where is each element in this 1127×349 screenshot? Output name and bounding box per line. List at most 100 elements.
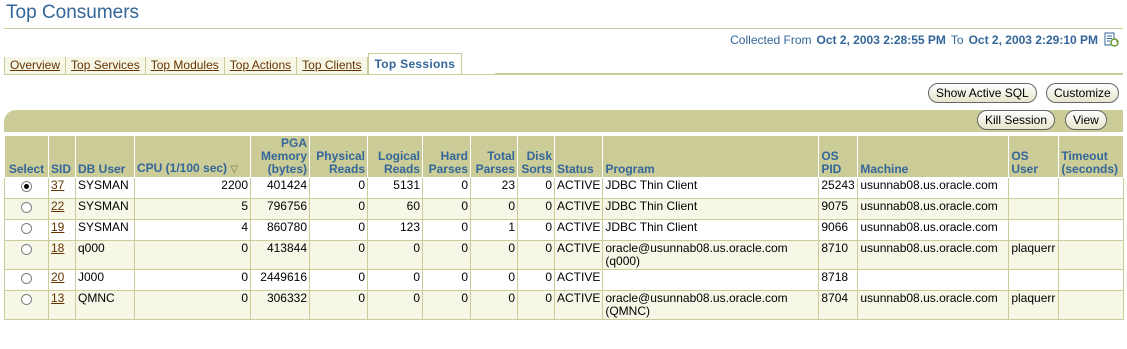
osuser-header-line1: OS <box>1011 149 1029 163</box>
cpu-cell: 0 <box>134 290 251 320</box>
tab-top-clients[interactable]: Top Clients <box>297 57 368 74</box>
select-cell <box>4 219 49 241</box>
hard-parses-cell: 0 <box>422 177 471 199</box>
hard-header-line2: Parses <box>428 162 468 176</box>
col-total-parses-header[interactable]: Total Parses <box>470 135 518 178</box>
select-cell <box>4 198 49 220</box>
table-row: 13 QMNC 0 306332 0 0 0 0 0 ACTIVE oracle@usunnab08… <box>4 290 1125 320</box>
tab-top-services[interactable]: Top Services <box>66 57 146 74</box>
table-row: 20 J000 0 2449616 0 0 0 0 0 ACTIVE 8718 <box>4 269 1125 291</box>
disk-sorts-cell: 0 <box>517 177 555 199</box>
col-hard-parses-header[interactable]: Hard Parses <box>422 135 471 178</box>
os-user-cell: plaquerr <box>1008 290 1060 320</box>
sid-link[interactable]: 19 <box>51 220 64 234</box>
disk-sorts-cell: 0 <box>517 269 555 291</box>
program-cell <box>602 269 820 291</box>
timeout-cell <box>1058 269 1125 291</box>
timeout-header-line1: Timeout <box>1061 149 1108 163</box>
row-select-radio[interactable] <box>21 223 32 234</box>
hard-parses-cell: 0 <box>422 290 471 320</box>
physical-reads-cell: 0 <box>309 219 368 241</box>
tab-top-modules[interactable]: Top Modules <box>145 57 225 74</box>
show-active-sql-button[interactable]: Show Active SQL <box>928 83 1037 103</box>
cpu-cell: 4 <box>134 219 251 241</box>
osuser-header-line2: User <box>1011 162 1039 176</box>
os-pid-cell: 25243 <box>818 177 859 199</box>
col-disk-sorts-header[interactable]: Disk Sorts <box>517 135 555 178</box>
col-program-header[interactable]: Program <box>602 135 820 178</box>
db-user-cell: SYSMAN <box>75 198 135 220</box>
logical-reads-cell: 123 <box>367 219 423 241</box>
col-cpu-header[interactable]: CPU (1/100 sec) ▽ <box>134 135 251 178</box>
disk-header-line1: Disk <box>526 149 552 163</box>
col-machine-header[interactable]: Machine <box>857 135 1010 178</box>
row-select-radio[interactable] <box>21 181 32 192</box>
sid-link[interactable]: 13 <box>51 291 64 305</box>
tab-overview[interactable]: Overview <box>4 57 67 74</box>
col-logical-reads-header[interactable]: Logical Reads <box>367 135 423 178</box>
os-pid-cell: 9066 <box>818 219 859 241</box>
customize-button[interactable]: Customize <box>1046 83 1119 103</box>
col-physical-reads-header[interactable]: Physical Reads <box>309 135 368 178</box>
total-parses-cell: 23 <box>470 177 518 199</box>
col-sid-header[interactable]: SID <box>48 135 76 178</box>
cpu-cell: 0 <box>134 269 251 291</box>
disk-sorts-cell: 0 <box>517 290 555 320</box>
row-select-radio[interactable] <box>21 273 32 284</box>
machine-cell: usunnab08.us.oracle.com <box>857 177 1010 199</box>
hard-parses-cell: 0 <box>422 269 471 291</box>
refresh-icon[interactable] <box>1104 32 1119 47</box>
pga-memory-cell: 860780 <box>250 219 310 241</box>
os-pid-cell: 8704 <box>818 290 859 320</box>
col-os-pid-header[interactable]: OS PID <box>818 135 859 178</box>
col-os-user-header[interactable]: OS User <box>1008 135 1060 178</box>
tab-top-sessions[interactable]: Top Sessions <box>367 53 463 74</box>
pga-header-line2: Memory <box>260 149 307 163</box>
col-db-user-header[interactable]: DB User <box>75 135 135 178</box>
sid-cell: 37 <box>48 177 76 199</box>
logical-reads-cell: 60 <box>367 198 423 220</box>
physical-reads-cell: 0 <box>309 290 368 320</box>
col-status-header[interactable]: Status <box>553 135 604 178</box>
machine-cell: usunnab08.us.oracle.com <box>857 290 1010 320</box>
kill-session-button[interactable]: Kill Session <box>977 110 1056 130</box>
timeout-cell <box>1058 219 1125 241</box>
col-pga-header[interactable]: PGA Memory (bytes) <box>250 135 310 178</box>
timeout-header-line2: (seconds) <box>1061 162 1119 176</box>
sid-link[interactable]: 18 <box>51 241 64 255</box>
logical-reads-cell: 0 <box>367 269 423 291</box>
status-cell: ACTIVE <box>553 269 604 291</box>
sid-link[interactable]: 37 <box>51 178 64 192</box>
physical-reads-cell: 0 <box>309 198 368 220</box>
row-select-radio[interactable] <box>21 244 32 255</box>
total-parses-cell: 1 <box>470 219 518 241</box>
os-pid-cell: 8718 <box>818 269 859 291</box>
select-cell <box>4 269 49 291</box>
sid-link[interactable]: 20 <box>51 270 64 284</box>
tab-top-actions[interactable]: Top Actions <box>224 57 298 74</box>
sid-link[interactable]: 22 <box>51 199 64 213</box>
hard-parses-cell: 0 <box>422 219 471 241</box>
sid-cell: 13 <box>48 290 76 320</box>
disk-sorts-cell: 0 <box>517 240 555 270</box>
pga-memory-cell: 306332 <box>250 290 310 320</box>
status-cell: ACTIVE <box>553 177 604 199</box>
sort-descending-icon: ▽ <box>230 164 239 175</box>
collected-to: Oct 2, 2003 2:29:10 PM <box>968 32 1098 47</box>
timeout-cell <box>1058 198 1125 220</box>
program-name: JDBC Thin Client <box>605 220 698 234</box>
row-select-radio[interactable] <box>21 202 32 213</box>
tot-header-line2: Parses <box>475 162 515 176</box>
col-timeout-header[interactable]: Timeout (seconds) <box>1058 135 1125 178</box>
os-user-cell: plaquerr <box>1008 240 1060 270</box>
collection-timestamp: Collected From Oct 2, 2003 2:28:55 PM To… <box>730 32 1119 47</box>
hard-header-line1: Hard <box>440 149 468 163</box>
log-header-line2: Reads <box>383 162 420 176</box>
row-select-radio[interactable] <box>21 294 32 305</box>
cpu-cell: 0 <box>134 240 251 270</box>
view-button[interactable]: View <box>1065 110 1107 130</box>
db-user-cell: SYSMAN <box>75 219 135 241</box>
timeout-cell <box>1058 177 1125 199</box>
select-cell <box>4 290 49 320</box>
table-row: 37 SYSMAN 2200 401424 0 5131 0 23 0 ACTIVE JDBC Th… <box>4 177 1125 199</box>
